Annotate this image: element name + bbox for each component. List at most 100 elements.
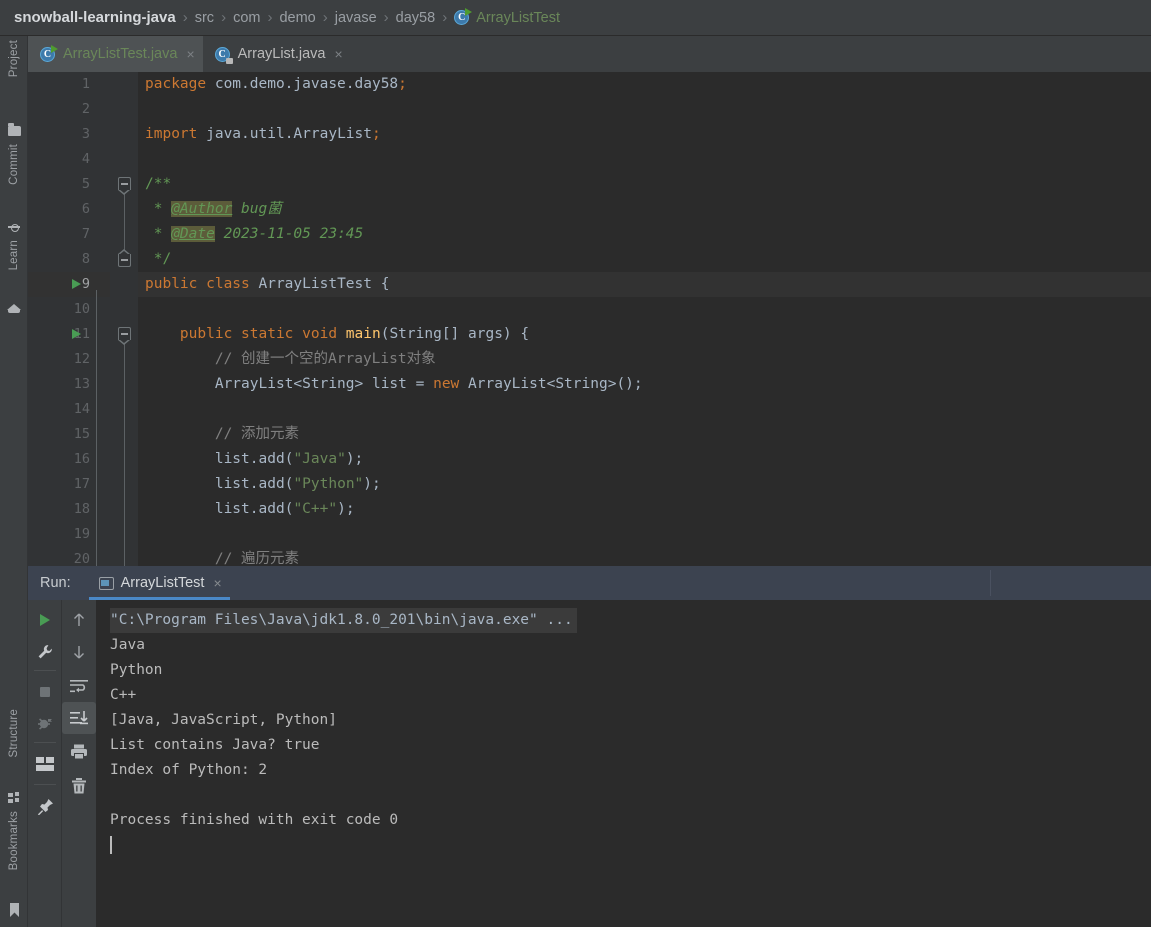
gutter-run-icon[interactable] [72,329,81,339]
toolbar-divider [34,670,56,671]
run-toolbar-primary [28,600,62,927]
edit-configuration-button[interactable] [28,636,62,668]
code-token: bug菌 [232,201,282,217]
sidebar-item-learn[interactable]: Learn [0,240,28,296]
toolbar-divider-2 [34,742,56,743]
stop-button[interactable] [28,676,62,708]
code-line[interactable]: public static void main(String[] args) { [138,322,1151,347]
code-line[interactable]: list.add("Python"); [138,472,1151,497]
code-line[interactable] [138,522,1151,547]
console-output[interactable]: "C:\Program Files\Java\jdk1.8.0_201\bin\… [96,600,1151,927]
left-strip-bottom-group: Structure Bookmarks [0,709,28,923]
code-token: main [345,326,381,342]
breadcrumb-item-com[interactable]: com [233,10,260,26]
code-line[interactable]: // 遍历元素 [138,547,1151,566]
breadcrumb-item-label: src [194,9,215,26]
close-icon[interactable]: × [213,575,221,591]
code-token: ); [363,476,381,492]
code-line[interactable]: // 添加元素 [138,422,1151,447]
structure-icon[interactable] [0,785,28,811]
code-line[interactable]: * @Date 2023-11-05 23:45 [138,222,1151,247]
code-line[interactable]: public class ArrayListTest { [138,272,1151,297]
editor-tab-arraylisttest-java[interactable]: C ArrayListTest.java × [28,36,203,72]
folder-icon[interactable] [0,118,28,144]
breadcrumb-item-javase[interactable]: javase [335,10,377,26]
sidebar-item-project[interactable]: Project [0,40,28,118]
layout-icon [36,757,54,771]
breadcrumb-item-snowball-learning-java[interactable]: snowball-learning-java [14,9,176,26]
editor-fold-strip[interactable] [96,72,138,566]
code-line[interactable] [138,397,1151,422]
code-line[interactable]: package com.demo.javase.day58; [138,72,1151,97]
breadcrumb-separator: › [221,9,227,26]
clear-all-button[interactable] [62,770,96,802]
intellij-idea-window: snowball-learning-java › src › com › demo › java… [0,0,1151,927]
code-line[interactable]: /** [138,172,1151,197]
code-token: public class [145,276,250,292]
soft-wrap-icon [70,680,88,693]
code-line[interactable]: // 创建一个空的ArrayList对象 [138,347,1151,372]
console-output-line: List contains Java? true [110,737,320,753]
close-icon[interactable]: × [186,47,194,61]
sidebar-item-bookmarks[interactable]: Bookmarks [0,811,28,897]
breadcrumb-separator: › [442,9,448,26]
sidebar-item-commit[interactable]: Commit [0,144,28,214]
code-line[interactable]: list.add("Java"); [138,447,1151,472]
code-line[interactable] [138,147,1151,172]
code-line[interactable] [138,297,1151,322]
code-line[interactable]: ArrayList<String> list = new ArrayList<S… [138,372,1151,397]
breadcrumb-item-label: snowball-learning-java [14,9,176,26]
commit-icon[interactable] [0,214,28,240]
code-line[interactable]: */ [138,247,1151,272]
line-number: 6 [81,201,90,217]
code-token: ArrayList< [459,376,556,392]
pin-tab-button[interactable] [28,790,62,822]
breadcrumb-separator: › [322,9,328,26]
run-tab-arraylisttest[interactable]: ArrayListTest × [88,566,230,600]
code-token: com.demo.javase.day58 [206,76,399,92]
fold-collapse-icon[interactable] [118,177,131,195]
code-line[interactable]: import java.util.ArrayList; [138,122,1151,147]
bookmark-icon[interactable] [0,897,28,923]
scroll-to-end-button[interactable] [62,702,96,734]
close-icon[interactable]: × [334,47,342,61]
learn-icon[interactable] [0,296,28,322]
code-line[interactable] [138,97,1151,122]
sidebar-item-structure[interactable]: Structure [0,709,28,785]
breadcrumb-item-src[interactable]: src [195,10,214,26]
print-button[interactable] [62,736,96,768]
code-token: ArrayListTest { [249,276,390,292]
editor-code-area[interactable]: package com.demo.javase.day58; import jav… [138,72,1151,566]
code-token: add [258,451,285,467]
breadcrumb-item-demo[interactable]: demo [279,10,315,26]
breadcrumb-item-arraylisttest[interactable]: C ArrayListTest [454,8,560,26]
previous-occurrence-button[interactable] [62,604,96,636]
fold-end-icon[interactable] [118,249,131,267]
rerun-failed-tests-button[interactable] [28,708,62,740]
gutter-run-icon[interactable] [72,279,81,289]
fold-collapse-icon[interactable] [118,327,131,345]
next-occurrence-button[interactable] [62,636,96,668]
editor-tab-arraylist-java[interactable]: C ArrayList.java × [203,36,351,72]
code-token: add [258,476,285,492]
line-number: 16 [73,451,90,467]
line-number: 8 [81,251,90,267]
breadcrumb-item-label: demo [279,9,316,26]
tab-file-icon: C [214,46,233,64]
editor-gutter[interactable]: 1 2 3 4 5 6 7 8 9 10 11 12 13 14 15 16 17 18 19 20 [28,72,110,566]
code-line[interactable]: list.add("C++"); [138,497,1151,522]
rerun-button[interactable] [28,604,62,636]
layout-settings-button[interactable] [28,748,62,780]
code-token: @Author [171,201,233,217]
line-number: 14 [73,401,90,417]
breadcrumb-item-label: com [233,9,261,26]
breadcrumb-item-day58[interactable]: day58 [396,10,436,26]
code-token: list. [145,451,259,467]
sidebar-item-project-label: Project [8,40,20,78]
sidebar-item-bookmarks-label: Bookmarks [8,811,20,871]
code-editor[interactable]: 1 2 3 4 5 6 7 8 9 10 11 12 13 14 15 16 17 18 19 20 package … [28,72,1151,566]
soft-wrap-button[interactable] [62,670,96,702]
run-header-label: Run: [40,575,71,591]
code-line[interactable]: * @Author bug菌 [138,197,1151,222]
code-token: add [258,501,285,517]
